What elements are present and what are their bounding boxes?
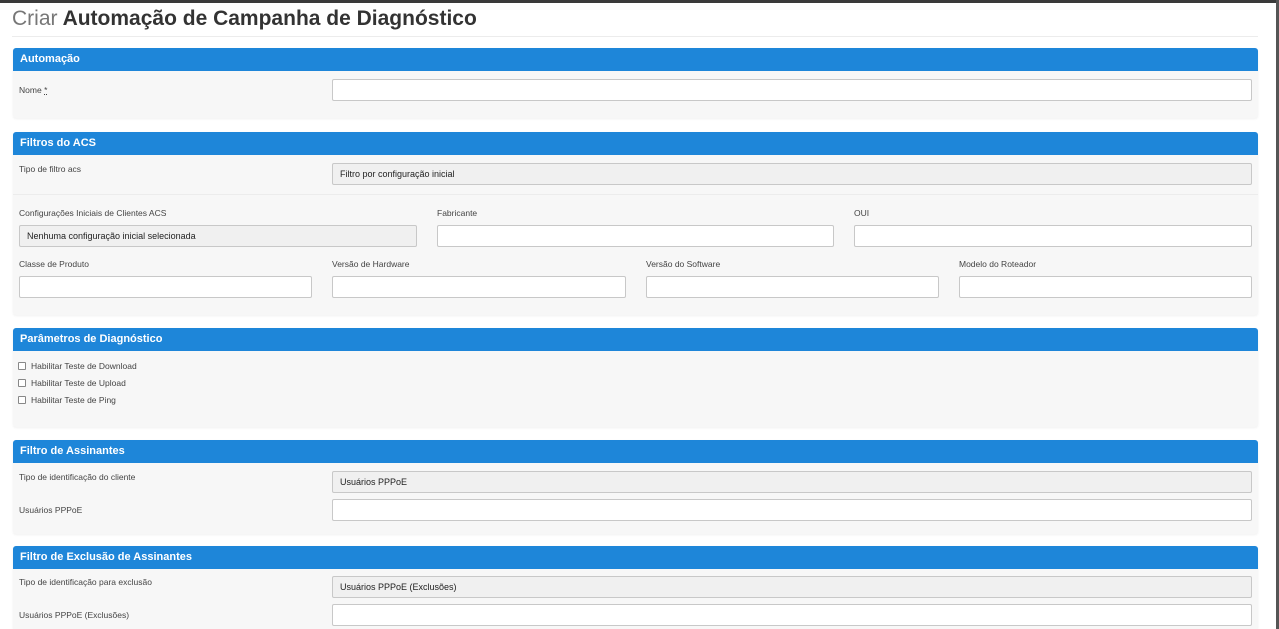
title-divider (12, 36, 1258, 37)
download-test-label: Habilitar Teste de Download (31, 361, 137, 371)
subscriber-exclusion-panel-header: Filtro de Exclusão de Assinantes (13, 546, 1258, 569)
page-title-main: Automação de Campanha de Diagnóstico (62, 7, 477, 30)
upload-test-checkbox[interactable]: Habilitar Teste de Upload (18, 377, 126, 389)
diagnostics-panel: Parâmetros de Diagnóstico Habilitar Test… (13, 328, 1258, 427)
window-top-border (0, 0, 1279, 3)
required-marker: * (44, 85, 48, 95)
client-id-type-label: Tipo de identificação do cliente (19, 472, 136, 482)
pppoe-exclusions-input[interactable] (332, 604, 1252, 626)
initial-configs-select[interactable]: Nenhuma configuração inicial selecionada (19, 225, 417, 247)
ping-test-label: Habilitar Teste de Ping (31, 395, 116, 405)
client-id-type-select[interactable]: Usuários PPPoE (332, 471, 1252, 493)
product-class-input[interactable] (19, 276, 312, 298)
hardware-version-input[interactable] (332, 276, 626, 298)
page-title-prefix: Criar (12, 7, 58, 30)
checkbox-icon[interactable] (18, 379, 26, 387)
automation-panel-header: Automação (13, 48, 1258, 71)
acs-filter-type-select[interactable]: Filtro por configuração inicial (332, 163, 1252, 185)
page-title: Criar Automação de Campanha de Diagnósti… (12, 6, 477, 32)
name-label-text: Nome (19, 85, 42, 95)
router-model-label: Modelo do Roteador (959, 259, 1037, 269)
manufacturer-input[interactable] (437, 225, 834, 247)
upload-test-label: Habilitar Teste de Upload (31, 378, 126, 388)
router-model-input[interactable] (959, 276, 1252, 298)
acs-filters-panel: Filtros do ACS Tipo de filtro acs Filtro… (13, 132, 1258, 315)
checkbox-icon[interactable] (18, 362, 26, 370)
software-version-input[interactable] (646, 276, 939, 298)
oui-label: OUI (854, 208, 870, 218)
oui-input[interactable] (854, 225, 1252, 247)
diagnostics-panel-header: Parâmetros de Diagnóstico (13, 328, 1258, 351)
initial-configs-label: Configurações Iniciais de Clientes ACS (19, 208, 167, 218)
ping-test-checkbox[interactable]: Habilitar Teste de Ping (18, 394, 116, 406)
acs-filter-type-label: Tipo de filtro acs (19, 164, 82, 174)
software-version-label: Versão do Software (646, 259, 721, 269)
subscriber-filter-panel: Filtro de Assinantes Tipo de identificaç… (13, 440, 1258, 534)
exclusion-id-type-label: Tipo de identificação para exclusão (19, 577, 152, 587)
pppoe-users-input[interactable] (332, 499, 1252, 521)
manufacturer-label: Fabricante (437, 208, 478, 218)
exclusion-id-type-select[interactable]: Usuários PPPoE (Exclusões) (332, 576, 1252, 598)
automation-panel: Automação Nome * (13, 48, 1258, 118)
checkbox-icon[interactable] (18, 396, 26, 404)
acs-divider (13, 194, 1258, 195)
acs-filters-panel-header: Filtros do ACS (13, 132, 1258, 155)
subscriber-filter-panel-header: Filtro de Assinantes (13, 440, 1258, 463)
name-input[interactable] (332, 79, 1252, 101)
hardware-version-label: Versão de Hardware (332, 259, 410, 269)
subscriber-exclusion-panel: Filtro de Exclusão de Assinantes Tipo de… (13, 546, 1258, 629)
product-class-label: Classe de Produto (19, 259, 89, 269)
name-label: Nome * (19, 85, 47, 95)
pppoe-exclusions-label: Usuários PPPoE (Exclusões) (19, 610, 130, 620)
download-test-checkbox[interactable]: Habilitar Teste de Download (18, 360, 137, 372)
pppoe-users-label: Usuários PPPoE (19, 505, 83, 515)
